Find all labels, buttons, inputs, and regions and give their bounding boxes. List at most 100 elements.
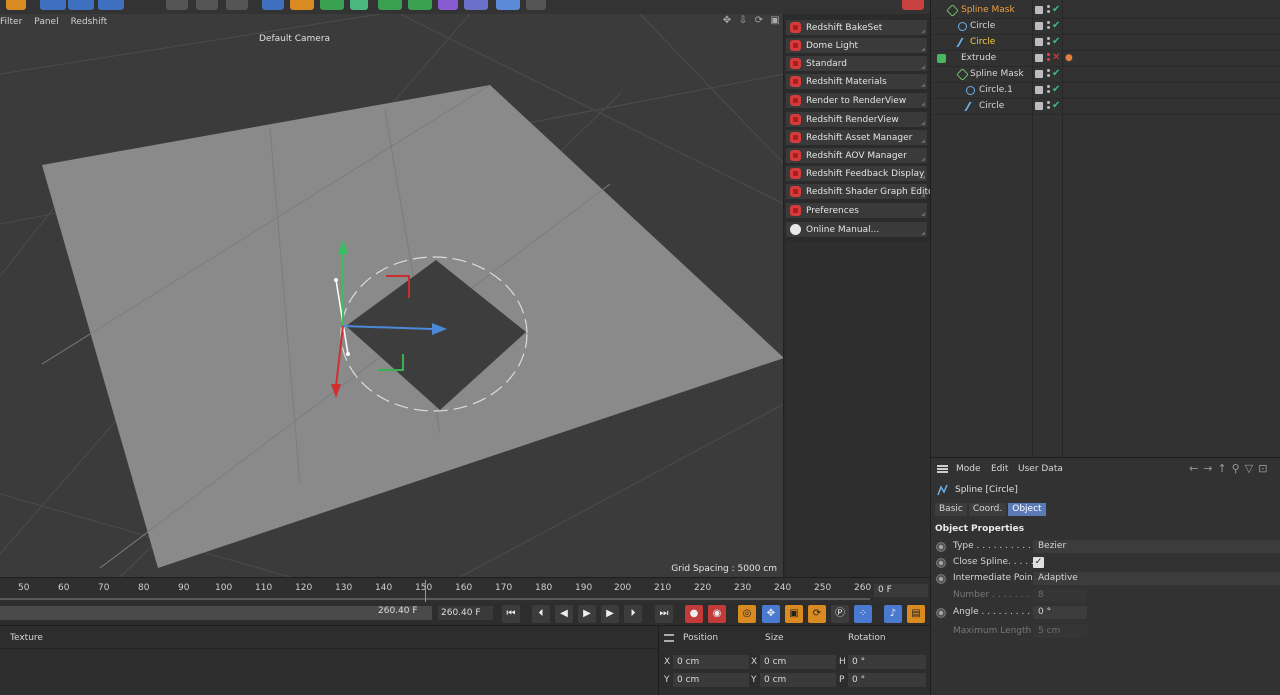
disabled-cross-icon[interactable]: ✕ [1052,52,1060,63]
enabled-check-icon[interactable]: ✔ [1052,100,1060,111]
rotation-h-field[interactable]: 0 ° [848,655,926,669]
size-x-field[interactable]: 0 cm [760,655,836,669]
tangent-point[interactable] [334,278,338,282]
layer-visibility-toggle[interactable] [1035,6,1043,14]
go-to-end-icon[interactable]: ⏭ [655,605,673,623]
maximize-view-icon[interactable]: ▣ [770,16,780,26]
object-row[interactable]: Spline Mask ✔ [931,3,1280,19]
object-row[interactable]: Spline Mask ✔ [931,67,1280,83]
layer-visibility-toggle[interactable] [1035,70,1043,78]
object-row[interactable]: Circle.1 ✔ [931,83,1280,99]
toolbar-button[interactable] [320,0,344,10]
end-frame-field[interactable]: 260.40 F [438,606,493,620]
tag-icon[interactable]: ● [1065,53,1073,63]
intermediate-points-dropdown[interactable]: Adaptive [1033,572,1280,585]
timeline[interactable]: 50 60 70 80 90 100 110 120 130 140 150 1… [0,577,930,603]
hamburger-menu-icon[interactable] [664,634,674,642]
attr-menu-mode[interactable]: Mode [956,464,981,474]
hamburger-menu-icon[interactable] [937,465,948,473]
number-field[interactable]: 8 [1033,589,1087,602]
previous-key-icon[interactable]: ⏴ [532,605,550,623]
filter-icon[interactable]: ▽ [1245,462,1253,475]
playhead[interactable] [425,580,426,602]
animate-radio-icon[interactable] [936,574,946,584]
toolbar-button[interactable] [378,0,402,10]
toolbar-button[interactable] [262,0,284,10]
viewport-menu-filter[interactable]: Filter [0,17,22,27]
menu-item-standard[interactable]: Standard [786,56,927,72]
rotation-p-field[interactable]: 0 ° [848,673,926,687]
animate-radio-icon[interactable] [936,558,946,568]
viewport-menu-redshift[interactable]: Redshift [71,17,108,27]
layer-visibility-toggle[interactable] [1035,38,1043,46]
play-icon[interactable]: ▶ [578,605,596,623]
sound-icon[interactable]: ♪ [884,605,902,623]
object-row[interactable]: Circle ✔ [931,99,1280,115]
toolbar-button[interactable] [408,0,432,10]
record-icon[interactable]: ● [685,605,703,623]
enabled-check-icon[interactable]: ✔ [1052,84,1060,95]
layer-visibility-toggle[interactable] [1035,22,1043,30]
toolbar-button[interactable] [438,0,458,10]
toolbar-button[interactable] [902,0,924,10]
enabled-check-icon[interactable]: ✔ [1052,68,1060,79]
up-arrow-icon[interactable]: ↑ [1217,462,1226,475]
back-arrow-icon[interactable]: ← [1189,462,1198,475]
camera-label[interactable]: Default Camera [259,34,330,44]
viewport-scene[interactable] [0,14,784,577]
scale-key-icon[interactable]: ▣ [785,605,803,623]
viewport[interactable]: Filter Panel Redshift Default Camera ✥ ⇩… [0,14,784,577]
current-frame-field[interactable]: 0 F [874,584,928,597]
attr-menu-edit[interactable]: Edit [991,464,1008,474]
point-level-icon[interactable]: ⁘ [854,605,872,623]
position-y-field[interactable]: 0 cm [673,673,749,687]
toolbar-button[interactable] [464,0,488,10]
angle-field[interactable]: 0 ° [1033,606,1087,619]
animate-radio-icon[interactable] [936,542,946,552]
frame-range-slider[interactable] [0,606,432,620]
object-row[interactable]: Extrude ✕ ● [931,51,1280,67]
go-to-start-icon[interactable]: ⏮ [502,605,520,623]
material-label[interactable]: Texture [10,633,43,643]
menu-item-dome-light[interactable]: Dome Light [786,38,927,54]
menu-item-bakeset[interactable]: Redshift BakeSet [786,20,927,36]
toolbar-button[interactable] [196,0,218,10]
previous-frame-icon[interactable]: ◀ [555,605,573,623]
toolbar-button[interactable] [98,0,124,10]
toolbar-button[interactable] [226,0,248,10]
rotate-key-icon[interactable]: ⟳ [808,605,826,623]
move-view-icon[interactable]: ✥ [722,16,732,26]
toolbar-button[interactable] [350,0,368,10]
menu-item-preferences[interactable]: Preferences [786,203,927,219]
next-key-icon[interactable]: ⏵ [624,605,642,623]
rotate-view-icon[interactable]: ⟳ [754,16,764,26]
viewport-menu-panel[interactable]: Panel [34,17,58,27]
autokey-icon[interactable]: ◉ [708,605,726,623]
enabled-check-icon[interactable]: ✔ [1052,4,1060,15]
move-key-icon[interactable]: ✥ [762,605,780,623]
toolbar-button[interactable] [496,0,520,10]
position-x-field[interactable]: 0 cm [673,655,749,669]
menu-item-render-to-renderview[interactable]: Render to RenderView [786,93,927,109]
layer-visibility-toggle[interactable] [1035,86,1043,94]
menu-item-renderview[interactable]: Redshift RenderView [786,112,927,128]
tab-coord[interactable]: Coord. [968,503,1007,516]
enabled-check-icon[interactable]: ✔ [1052,20,1060,31]
layer-visibility-toggle[interactable] [1035,102,1043,110]
film-icon[interactable]: ▤ [907,605,925,623]
material-manager[interactable]: Texture [0,625,658,695]
menu-item-feedback-display[interactable]: Redshift Feedback Display [786,166,927,182]
next-frame-icon[interactable]: ▶ [601,605,619,623]
forward-arrow-icon[interactable]: → [1203,462,1212,475]
toolbar-button[interactable] [290,0,314,10]
animate-radio-icon[interactable] [936,608,946,618]
tab-object[interactable]: Object [1008,503,1046,516]
attr-menu-user-data[interactable]: User Data [1018,464,1063,474]
menu-item-online-manual[interactable]: Online Manual... [786,222,927,238]
keyframe-selection-icon[interactable]: ◎ [738,605,756,623]
toolbar-button[interactable] [68,0,94,10]
size-y-field[interactable]: 0 cm [760,673,836,687]
search-icon[interactable]: ⚲ [1232,462,1240,475]
enabled-check-icon[interactable]: ✔ [1052,36,1060,47]
type-dropdown[interactable]: Bezier [1033,540,1280,553]
